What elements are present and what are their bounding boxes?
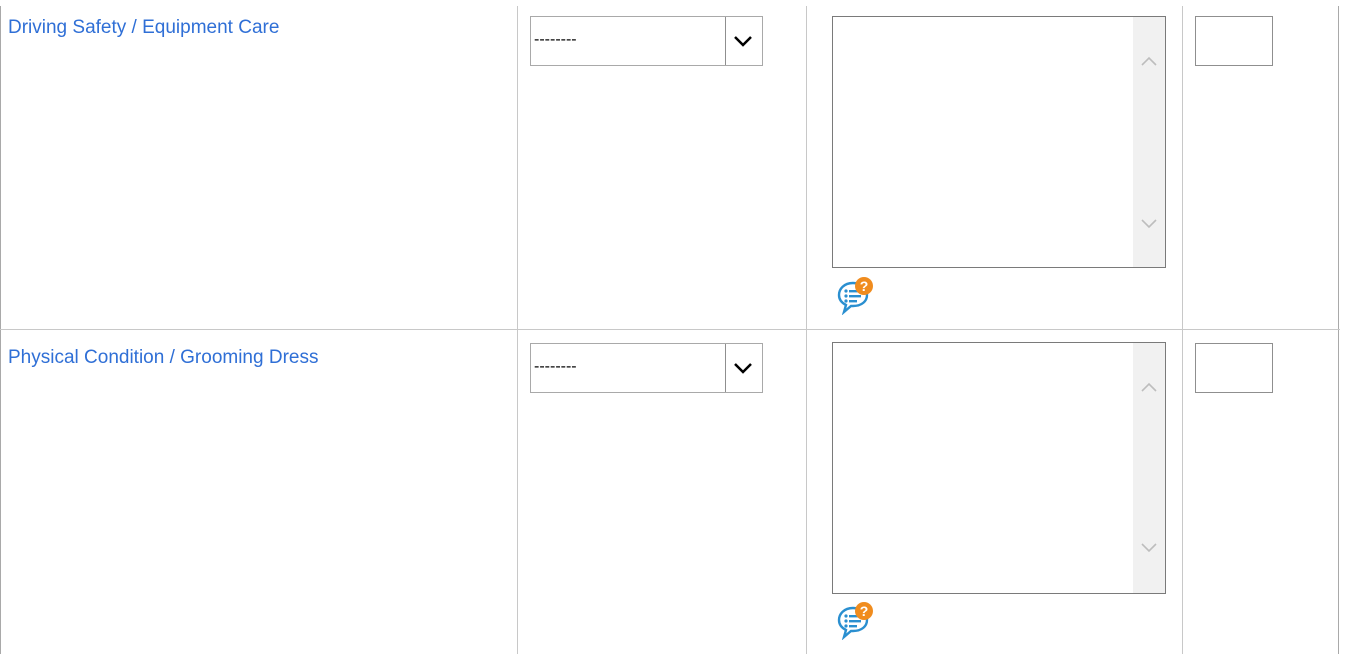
column-divider xyxy=(1182,6,1183,654)
score-input[interactable] xyxy=(1195,343,1273,393)
rating-select-value: -------- xyxy=(534,31,577,48)
table-border-right xyxy=(1338,6,1339,654)
rating-select[interactable]: -------- xyxy=(530,343,763,393)
chevron-up-icon[interactable] xyxy=(1133,47,1166,75)
chevron-up-icon[interactable] xyxy=(1133,373,1166,401)
comment-textarea[interactable] xyxy=(832,342,1166,594)
chevron-down-icon xyxy=(725,17,762,65)
comment-help-icon[interactable]: ? xyxy=(836,275,876,316)
chevron-down-icon[interactable] xyxy=(1133,209,1166,237)
score-input[interactable] xyxy=(1195,16,1273,66)
chevron-down-icon[interactable] xyxy=(1133,533,1166,561)
rating-select-value: -------- xyxy=(534,358,577,375)
row-divider xyxy=(0,329,1340,330)
column-divider xyxy=(517,6,518,654)
svg-text:?: ? xyxy=(860,603,869,619)
comment-textarea[interactable] xyxy=(832,16,1166,268)
table-border-left xyxy=(0,6,1,654)
rating-select[interactable]: -------- xyxy=(530,16,763,66)
chevron-down-icon xyxy=(725,344,762,392)
comment-help-icon[interactable]: ? xyxy=(836,600,876,641)
comment-scrollbar[interactable] xyxy=(1133,343,1165,593)
evaluation-table: Driving Safety / Equipment Care -------- xyxy=(0,0,1345,654)
criterion-link-driving-safety[interactable]: Driving Safety / Equipment Care xyxy=(8,17,279,39)
column-divider xyxy=(806,6,807,654)
criterion-link-physical-condition[interactable]: Physical Condition / Grooming Dress xyxy=(8,347,318,369)
comment-scrollbar[interactable] xyxy=(1133,17,1165,267)
svg-text:?: ? xyxy=(860,278,869,294)
